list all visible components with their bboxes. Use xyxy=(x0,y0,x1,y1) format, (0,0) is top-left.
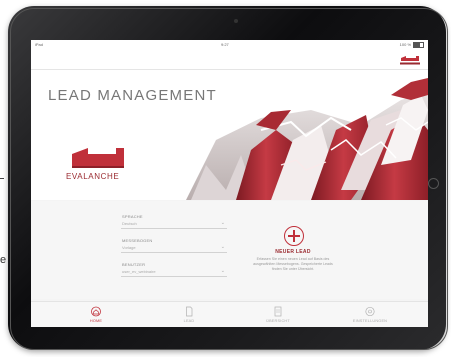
evalanche-logo: EVALANCHE xyxy=(66,148,124,181)
mailing-value: Vorlage xyxy=(122,245,136,250)
language-select[interactable]: Deutsch ⌄ xyxy=(121,220,227,229)
chevron-down-icon: ⌄ xyxy=(220,220,225,226)
edge-text: e xyxy=(0,254,7,266)
tab-overview[interactable]: ÜBERSICHT xyxy=(243,303,313,327)
language-value: Deutsch xyxy=(122,221,137,226)
user-label: BENUTZER xyxy=(122,262,146,267)
document-icon xyxy=(186,306,193,317)
tab-home-label: HOME xyxy=(89,319,103,323)
tab-settings[interactable]: EINSTELLUNGEN xyxy=(335,303,405,327)
tab-bar: HOME LEAD ÜBERSICHT EINSTELLUNGEN xyxy=(31,301,428,327)
app-screen: iPad 9:27 100 % LEAD MANAGEMENT EVALANCH… xyxy=(31,40,428,327)
tab-home[interactable]: HOME xyxy=(61,303,131,327)
user-select[interactable]: user_ev_webinaire ⌄ xyxy=(121,268,227,277)
battery-icon xyxy=(413,42,424,48)
tab-lead[interactable]: LEAD xyxy=(154,303,224,327)
list-icon xyxy=(274,306,282,317)
mailing-select[interactable]: Vorlage ⌄ xyxy=(121,244,227,253)
chevron-down-icon: ⌄ xyxy=(220,268,225,274)
edge-line xyxy=(0,178,4,179)
status-bar: iPad 9:27 100 % xyxy=(31,40,428,49)
evalanche-logo-small[interactable] xyxy=(398,54,422,66)
user-value: user_ev_webinaire xyxy=(122,269,156,274)
page-title: LEAD MANAGEMENT xyxy=(48,87,217,104)
clock-label: 9:27 xyxy=(221,42,229,47)
new-lead-plus-icon[interactable] xyxy=(284,226,304,246)
carrier-label: iPad xyxy=(35,42,44,47)
mailing-label: MESSEBOGEN xyxy=(122,238,153,243)
tab-settings-label: EINSTELLUNGEN xyxy=(352,319,388,323)
tab-overview-label: ÜBERSICHT xyxy=(266,319,290,323)
tab-lead-label: LEAD xyxy=(183,319,195,323)
brand-wordmark: EVALANCHE xyxy=(66,172,119,181)
new-lead-title[interactable]: NEUER LEAD xyxy=(261,249,325,255)
home-hardware-button[interactable] xyxy=(428,178,439,189)
chevron-down-icon: ⌄ xyxy=(220,244,225,250)
new-lead-description: Erfassen Sie einen neuen Lead auf Basis … xyxy=(253,257,333,271)
main-content xyxy=(31,201,428,299)
settings-icon xyxy=(365,306,375,317)
home-icon xyxy=(91,306,101,317)
battery-label: 100 % xyxy=(399,42,411,47)
top-navigation xyxy=(31,49,428,70)
language-label: SPRACHE xyxy=(122,214,143,219)
camera-icon xyxy=(234,19,238,23)
hero-banner: LEAD MANAGEMENT EVALANCHE xyxy=(31,70,428,200)
